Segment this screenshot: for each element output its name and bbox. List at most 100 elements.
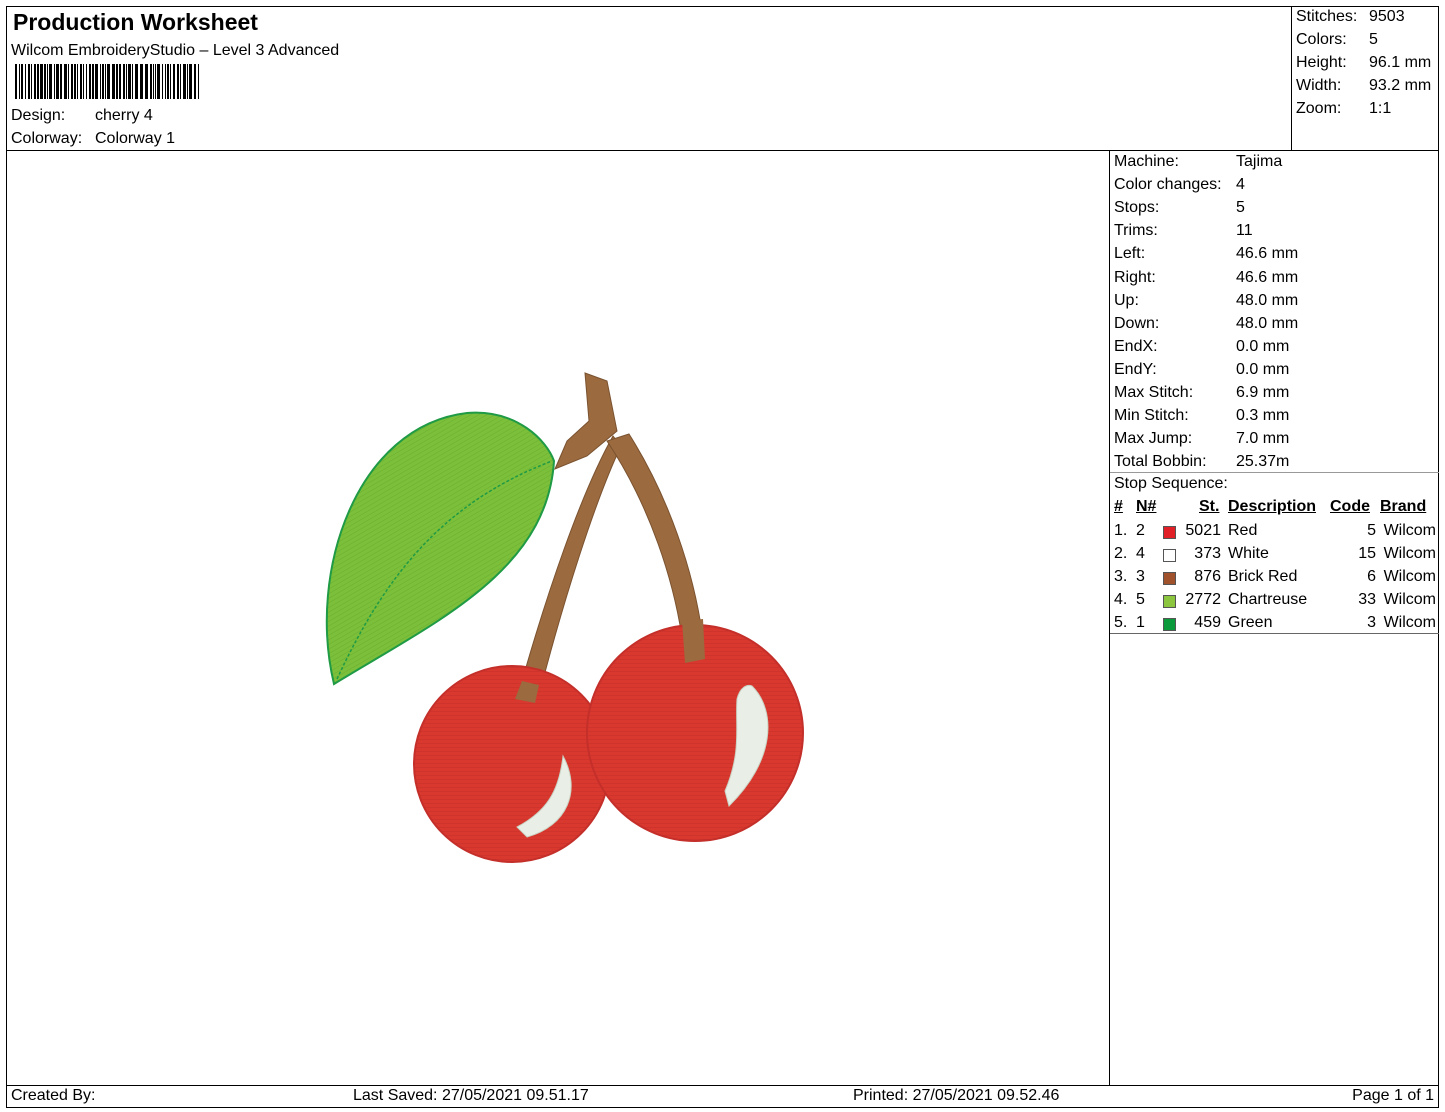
row-brand: Wilcom: [1383, 591, 1436, 608]
col-n: N#: [1136, 498, 1157, 515]
stat-height: Height: 96.1 mm: [1296, 54, 1432, 71]
info-label: Down:: [1114, 314, 1160, 332]
info-value: 4: [1236, 176, 1245, 194]
info-label: EndY:: [1114, 360, 1157, 378]
info-label: Stops:: [1114, 199, 1160, 217]
row-description: Brick Red: [1228, 568, 1298, 585]
colorway-value: Colorway 1: [95, 130, 176, 147]
col-brand: Brand: [1380, 498, 1427, 515]
row-n: 3: [1136, 568, 1145, 585]
row-brand: Wilcom: [1383, 568, 1436, 585]
col-code: Code: [1330, 498, 1370, 515]
worksheet-header: Production Worksheet Wilcom EmbroiderySt…: [6, 6, 1439, 151]
info-label: Min Stitch:: [1114, 407, 1189, 425]
info-label: Total Bobbin:: [1114, 453, 1207, 471]
color-swatch: [1163, 549, 1176, 562]
machine-info-row: Up: 48.0 mm: [1114, 292, 1298, 310]
design-stats: Stitches: 9503 Colors: 5 Height: 96.1 mm Wi…: [1291, 6, 1440, 151]
row-n: 1: [1136, 614, 1145, 631]
stop-sequence-title: Stop Sequence:: [1114, 475, 1228, 492]
design-value: cherry 4: [95, 107, 153, 124]
info-label: Color changes:: [1114, 176, 1222, 194]
machine-info-row: Total Bobbin: 25.37m: [1114, 453, 1289, 471]
machine-info-panel: Machine: Tajima Color changes: 4 Stops: 5 Trim…: [1109, 151, 1439, 1085]
info-label: Max Stitch:: [1114, 384, 1194, 401]
leaf-shape: [325, 411, 556, 686]
info-label: Left:: [1114, 245, 1146, 263]
printed-date: Printed: 27/05/2021 09.52.46: [853, 1087, 1060, 1104]
design-preview: [7, 151, 1109, 1085]
worksheet-body: Machine: Tajima Color changes: 4 Stops: 5 Trim…: [6, 151, 1439, 1086]
machine-info-row: Min Stitch: 0.3 mm: [1114, 407, 1289, 425]
row-num: 4.: [1114, 591, 1128, 608]
divider: [1110, 472, 1439, 473]
col-description: Description: [1228, 498, 1317, 515]
col-st: St.: [1199, 498, 1220, 515]
stat-zoom: Zoom: 1:1: [1296, 100, 1392, 117]
machine-info-row: EndY: 0.0 mm: [1114, 361, 1289, 379]
row-code: 33: [1358, 591, 1376, 608]
software-name: Wilcom EmbroideryStudio – Level 3 Advanc…: [11, 42, 340, 59]
row-description: Green: [1228, 614, 1273, 631]
machine-info-row: Color changes: 4: [1114, 176, 1245, 194]
info-value: 0.0 mm: [1236, 337, 1290, 355]
design-label: Design:: [11, 107, 66, 124]
row-code: 3: [1367, 614, 1376, 631]
stop-sequence-row: 4. 5 2772 Chartreuse 33 Wilcom: [1110, 591, 1440, 613]
info-label: Max Jump:: [1114, 430, 1193, 448]
row-description: Chartreuse: [1228, 591, 1308, 608]
row-stitches: 876: [1194, 568, 1221, 585]
stat-colors: Colors: 5: [1296, 31, 1378, 48]
stop-sequence-row: 3. 3 876 Brick Red 6 Wilcom: [1110, 568, 1440, 590]
machine-info-row: Max Jump: 7.0 mm: [1114, 430, 1289, 448]
color-swatch: [1163, 595, 1176, 608]
info-value: 6.9 mm: [1236, 384, 1290, 401]
row-n: 5: [1136, 591, 1145, 608]
created-by: Created By:: [11, 1087, 96, 1104]
info-label: EndX:: [1114, 337, 1158, 355]
machine-info-row: Trims: 11: [1114, 222, 1253, 240]
row-code: 15: [1358, 545, 1376, 562]
divider: [1110, 633, 1439, 634]
colorway-label: Colorway:: [11, 130, 83, 147]
info-label: Trims:: [1114, 222, 1158, 240]
stat-stitches: Stitches: 9503: [1296, 8, 1405, 25]
machine-info-row: Down: 48.0 mm: [1114, 315, 1298, 333]
stem-right-bottom: [682, 619, 705, 663]
row-n: 2: [1136, 522, 1145, 539]
color-swatch: [1163, 618, 1176, 631]
color-swatch: [1163, 572, 1176, 585]
info-value: Tajima: [1236, 153, 1283, 170]
row-stitches: 373: [1194, 545, 1221, 562]
color-swatch: [1163, 526, 1176, 539]
machine-info-row: Machine: Tajima: [1114, 153, 1282, 171]
row-code: 6: [1367, 568, 1376, 585]
row-num: 1.: [1114, 522, 1128, 539]
stat-width: Width: 93.2 mm: [1296, 77, 1432, 94]
col-num: #: [1114, 498, 1123, 515]
row-description: Red: [1228, 522, 1258, 539]
stop-sequence-header: # N# St. Description Code Brand: [1110, 498, 1440, 520]
stop-sequence-row: 2. 4 373 White 15 Wilcom: [1110, 545, 1440, 567]
page-title: Production Worksheet: [13, 9, 258, 35]
row-brand: Wilcom: [1383, 545, 1436, 562]
row-stitches: 2772: [1185, 591, 1221, 608]
cherry-embroidery-image: [325, 372, 804, 863]
row-brand: Wilcom: [1383, 522, 1436, 539]
machine-info-row: Max Stitch: 6.9 mm: [1114, 384, 1289, 402]
info-value: 0.0 mm: [1236, 360, 1290, 378]
colorway-row: Colorway: Colorway 1: [11, 130, 175, 148]
machine-info-row: EndX: 0.0 mm: [1114, 338, 1289, 356]
machine-info-row: Right: 46.6 mm: [1114, 269, 1298, 287]
row-brand: Wilcom: [1383, 614, 1436, 631]
row-code: 5: [1367, 522, 1376, 539]
barcode-image: [15, 64, 199, 99]
cherry-left: [413, 665, 611, 863]
machine-info-row: Stops: 5: [1114, 199, 1245, 217]
info-label: Right:: [1114, 268, 1156, 286]
row-stitches: 459: [1194, 614, 1221, 631]
last-saved: Last Saved: 27/05/2021 09.51.17: [353, 1087, 589, 1104]
page-number: Page 1 of 1: [1352, 1087, 1434, 1104]
row-n: 4: [1136, 545, 1145, 562]
row-stitches: 5021: [1185, 522, 1221, 539]
